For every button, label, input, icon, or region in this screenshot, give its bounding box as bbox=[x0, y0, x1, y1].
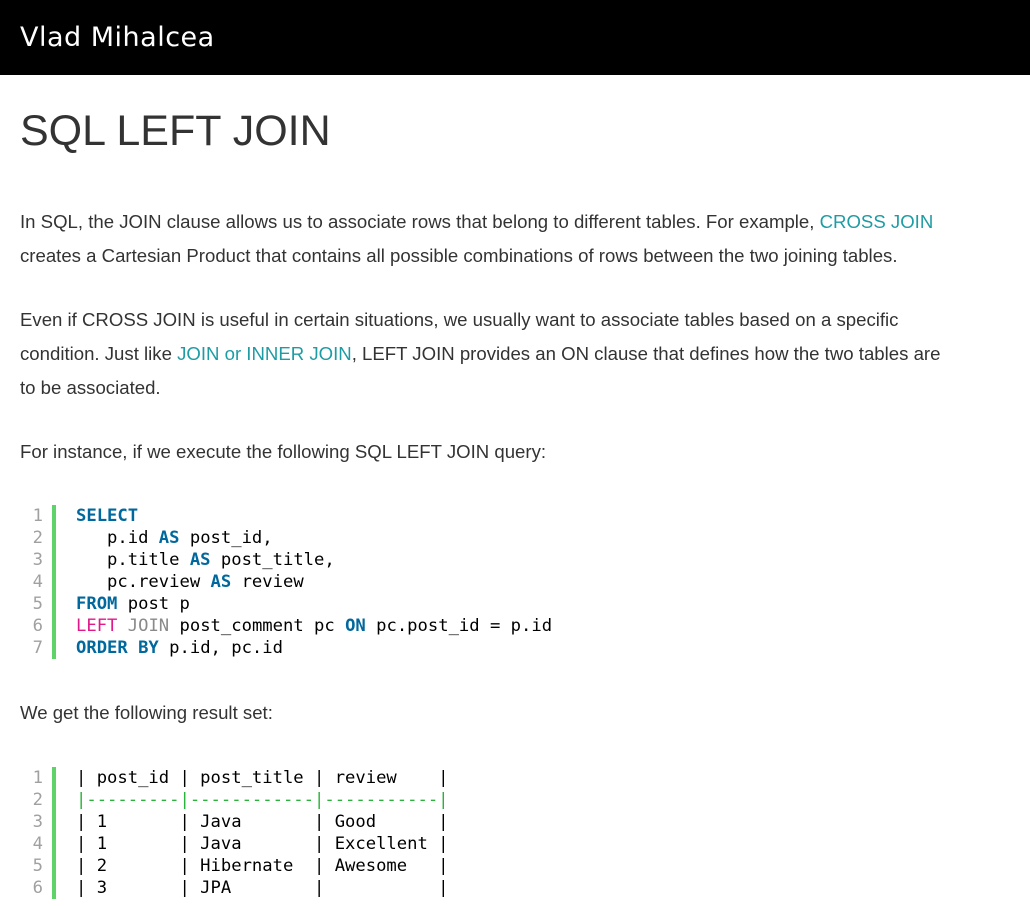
paragraph-text: Even if CROSS JOIN is useful in certain … bbox=[20, 309, 899, 330]
cross-join-link[interactable]: CROSS JOIN bbox=[820, 211, 934, 232]
paragraph-text: creates a Cartesian Product that contain… bbox=[20, 245, 898, 266]
paragraph-text: to be associated. bbox=[20, 377, 161, 398]
code-line: 7 ORDER BY p.id, pc.id bbox=[20, 637, 1010, 659]
result-set-code-block: 1 | post_id | post_title | review | 2 |---… bbox=[20, 767, 1010, 899]
code-line: 1 SELECT bbox=[20, 505, 1010, 527]
line-number: 5 bbox=[32, 594, 43, 614]
paragraph-condition: Even if CROSS JOIN is useful in certain … bbox=[20, 303, 1010, 405]
line-number: 4 bbox=[32, 572, 43, 592]
code-line: 3 | 1 | Java | Good | bbox=[20, 811, 1010, 833]
line-number: 6 bbox=[32, 878, 43, 898]
code-line: 2 p.id AS post_id, bbox=[20, 527, 1010, 549]
code-line: 6 LEFT JOIN post_comment pc ON pc.post_id… bbox=[20, 615, 1010, 637]
code-line: 5 FROM post p bbox=[20, 593, 1010, 615]
line-number: 2 bbox=[32, 790, 43, 810]
paragraph-text: , LEFT JOIN provides an ON clause that d… bbox=[351, 343, 941, 364]
inner-join-link[interactable]: JOIN or INNER JOIN bbox=[177, 343, 352, 364]
paragraph-instance: For instance, if we execute the followin… bbox=[20, 441, 547, 462]
paragraph-text: condition. Just like bbox=[20, 343, 178, 364]
site-title-link[interactable]: Vlad Mihalcea bbox=[20, 22, 215, 53]
paragraph-intro: In SQL, the JOIN clause allows us to ass… bbox=[20, 205, 1010, 273]
code-line: 2 |---------|------------|-----------| bbox=[20, 789, 1010, 811]
paragraph-text: In SQL, the JOIN clause allows us to ass… bbox=[20, 211, 820, 232]
line-number: 5 bbox=[32, 856, 43, 876]
line-number: 4 bbox=[32, 834, 43, 854]
code-line: 1 | post_id | post_title | review | bbox=[20, 767, 1010, 789]
code-line: 4 | 1 | Java | Excellent | bbox=[20, 833, 1010, 855]
sql-query-code-block: 1 SELECT 2 p.id AS post_id, 3 p.title AS … bbox=[20, 505, 1010, 659]
line-number: 3 bbox=[32, 812, 43, 832]
line-number: 2 bbox=[32, 528, 43, 548]
paragraph-result: We get the following result set: bbox=[20, 702, 273, 723]
code-line: 6 | 3 | JPA | | bbox=[20, 877, 1010, 899]
line-number: 3 bbox=[32, 550, 43, 570]
line-number: 1 bbox=[32, 506, 43, 526]
page-title: SQL LEFT JOIN bbox=[20, 107, 331, 155]
code-line: 3 p.title AS post_title, bbox=[20, 549, 1010, 571]
site-header: Vlad Mihalcea bbox=[0, 0, 1030, 75]
article: SQL LEFT JOIN In SQL, the JOIN clause al… bbox=[0, 105, 1030, 899]
line-number: 1 bbox=[32, 768, 43, 788]
line-number: 7 bbox=[32, 638, 43, 658]
line-number: 6 bbox=[32, 616, 43, 636]
code-line: 4 pc.review AS review bbox=[20, 571, 1010, 593]
code-line: 5 | 2 | Hibernate | Awesome | bbox=[20, 855, 1010, 877]
